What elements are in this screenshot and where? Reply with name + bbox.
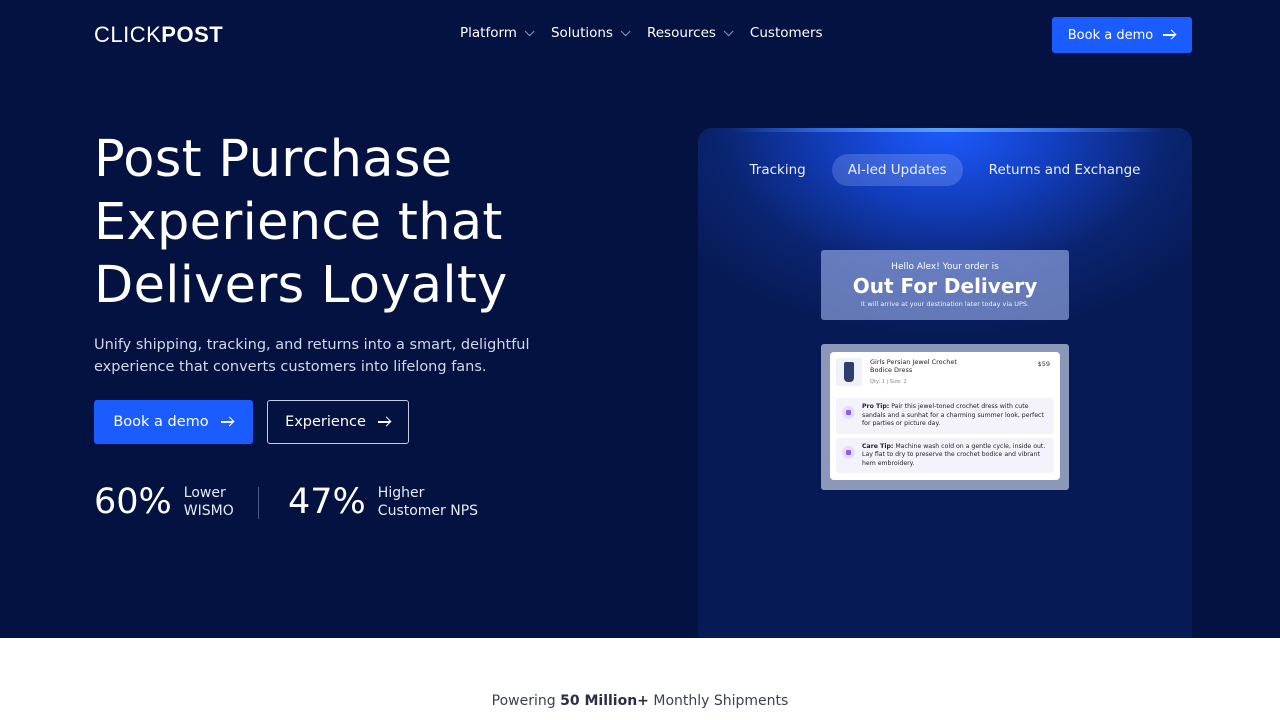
nav-label: Resources — [646, 25, 716, 41]
arrow-right-icon — [1163, 30, 1176, 40]
hero-subtext: Unify shipping, tracking, and returns in… — [94, 337, 530, 375]
product-name-line-1: Girls Persian Jewel Crochet — [870, 358, 957, 366]
headline-line-3: Delivers Loyalty — [94, 256, 508, 315]
product-row: Girls Persian Jewel Crochet Bodice Dress… — [836, 358, 1054, 394]
tip-text: Care Tip: Machine wash cold on a gentle … — [862, 443, 1048, 469]
stat-value: 47% — [288, 482, 366, 522]
status-greeting: Hello Alex! Your order is — [891, 262, 999, 272]
stat-wismo: 60% Lower WISMO — [94, 482, 234, 522]
product-name-line-2: Bodice Dress — [870, 366, 913, 374]
nav-label: Solutions — [550, 25, 613, 41]
nav-label: Platform — [460, 25, 517, 41]
headline-line-1: Post Purchase — [94, 130, 453, 189]
tip-body: Pair this jewel-toned crochet dress with… — [862, 403, 1044, 427]
stat-divider — [258, 487, 259, 519]
arrow-right-icon — [377, 417, 391, 427]
product-info: Girls Persian Jewel Crochet Bodice Dress… — [870, 358, 957, 394]
order-details-frame: Girls Persian Jewel Crochet Bodice Dress… — [821, 344, 1069, 490]
nav-book-demo-button[interactable]: Book a demo — [1052, 17, 1192, 53]
nav-item-resources[interactable]: Resources — [646, 25, 734, 41]
nav-item-customers[interactable]: Customers — [750, 25, 823, 41]
tip-title: Care Tip: — [862, 442, 894, 450]
hero-headline: Post Purchase Experience that Delivers L… — [94, 128, 614, 317]
care-icon — [842, 445, 855, 459]
tip-text: Pro Tip: Pair this jewel-toned crochet d… — [862, 403, 1048, 429]
stat-label-line-1: Lower — [183, 485, 226, 501]
tagline-suffix: Monthly Shipments — [653, 693, 789, 709]
clickpost-logo[interactable]: CLICKPOST — [94, 22, 223, 48]
status-subtitle: It will arrive at your destination later… — [860, 300, 1030, 308]
sparkle-icon — [842, 406, 855, 419]
book-demo-button[interactable]: Book a demo — [94, 400, 253, 444]
stat-label: Higher Customer NPS — [378, 484, 478, 520]
main-nav: Platform Solutions Resources Customers — [460, 25, 843, 41]
order-details-card: Girls Persian Jewel Crochet Bodice Dress… — [830, 352, 1060, 480]
nav-item-solutions[interactable]: Solutions — [550, 25, 631, 41]
nav-label: Customers — [749, 25, 823, 41]
stat-nps: 47% Higher Customer NPS — [288, 482, 478, 522]
arrow-right-icon — [220, 417, 234, 427]
tagline-prefix: Powering — [491, 693, 556, 709]
product-preview-panel: Tracking AI-led Updates Returns and Exch… — [698, 128, 1192, 638]
preview-tabs: Tracking AI-led Updates Returns and Exch… — [698, 154, 1192, 186]
nav-item-platform[interactable]: Platform — [460, 25, 535, 41]
stat-label-line-1: Higher — [377, 485, 425, 501]
chevron-down-icon — [524, 25, 535, 36]
tagline-highlight: 50 Million+ — [560, 693, 649, 709]
shipments-tagline: Powering 50 Million+ Monthly Shipments — [0, 693, 1280, 709]
experience-label: Experience — [285, 414, 366, 430]
book-demo-label: Book a demo — [113, 414, 209, 430]
tab-ai-led-updates[interactable]: AI-led Updates — [831, 154, 963, 186]
pro-tip: Pro Tip: Pair this jewel-toned crochet d… — [836, 398, 1054, 434]
tab-tracking[interactable]: Tracking — [734, 154, 822, 186]
stat-label: Lower WISMO — [184, 484, 234, 520]
headline-line-2: Experience that — [94, 193, 503, 252]
order-status-card: Hello Alex! Your order is Out For Delive… — [821, 250, 1069, 320]
experience-button[interactable]: Experience — [267, 400, 409, 444]
stat-value: 60% — [94, 482, 172, 522]
status-title: Out For Delivery — [852, 274, 1038, 298]
logo-text-bold: POST — [161, 22, 224, 47]
stat-label-line-2: Customer NPS — [377, 503, 479, 519]
chevron-down-icon — [723, 25, 734, 36]
panel-glow — [728, 128, 1162, 132]
product-price: $59 — [1037, 360, 1050, 368]
chevron-down-icon — [620, 25, 631, 36]
care-tip: Care Tip: Machine wash cold on a gentle … — [836, 437, 1054, 473]
hero-section: CLICKPOST Platform Solutions Resources C… — [0, 0, 1280, 638]
logo-text-light: CLICK — [94, 22, 162, 47]
nav-book-demo-label: Book a demo — [1067, 27, 1154, 43]
product-meta: Qty: 1 | Size: 2 — [870, 379, 907, 385]
stat-label-line-2: WISMO — [183, 503, 234, 519]
tab-returns-and-exchange[interactable]: Returns and Exchange — [973, 154, 1157, 186]
tip-title: Pro Tip: — [862, 403, 890, 410]
dress-image — [836, 358, 862, 386]
